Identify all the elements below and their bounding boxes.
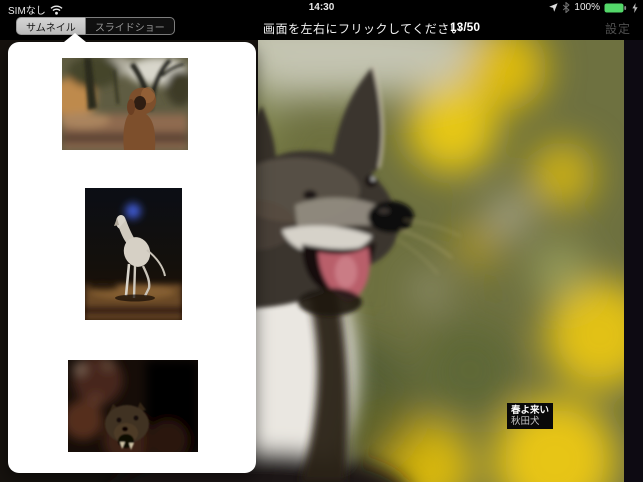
battery-percent: 100% xyxy=(574,2,600,13)
status-bar: SIMなし 14:30 100% xyxy=(0,0,643,17)
instruction-text: 画面を左右にフリックしてください xyxy=(263,22,463,36)
thumbnail-saluki[interactable] xyxy=(85,188,182,320)
settings-button[interactable]: 設定 xyxy=(605,20,631,37)
location-arrow-icon xyxy=(549,3,559,12)
clock: 14:30 xyxy=(308,2,335,13)
charging-bolt-icon xyxy=(632,2,638,13)
photo-caption: 春よ来い 秋田犬 xyxy=(507,403,554,429)
photo-counter: 13/50 xyxy=(450,20,481,34)
right-letterbox xyxy=(624,40,643,482)
caption-title: 春よ来い xyxy=(511,405,550,416)
thumbnail-dark-dog[interactable] xyxy=(68,360,198,452)
popover-arrow xyxy=(64,33,86,42)
nav-bar: サムネイル スライドショー 画面を左右にフリックしてください 13/50 設定 xyxy=(0,16,643,40)
bluetooth-icon xyxy=(562,1,571,14)
view-segmented-control: サムネイル スライドショー xyxy=(16,17,175,35)
thumbnail-popover xyxy=(8,33,256,473)
caption-subtitle: 秋田犬 xyxy=(511,416,540,427)
app-screen: SIMなし 14:30 100% サムネイル スライドショー 画面を左右にフリッ… xyxy=(0,0,643,482)
thumbnail-poodle[interactable] xyxy=(62,58,188,150)
battery-icon xyxy=(604,3,628,13)
tab-slideshow[interactable]: スライドショー xyxy=(84,17,175,35)
